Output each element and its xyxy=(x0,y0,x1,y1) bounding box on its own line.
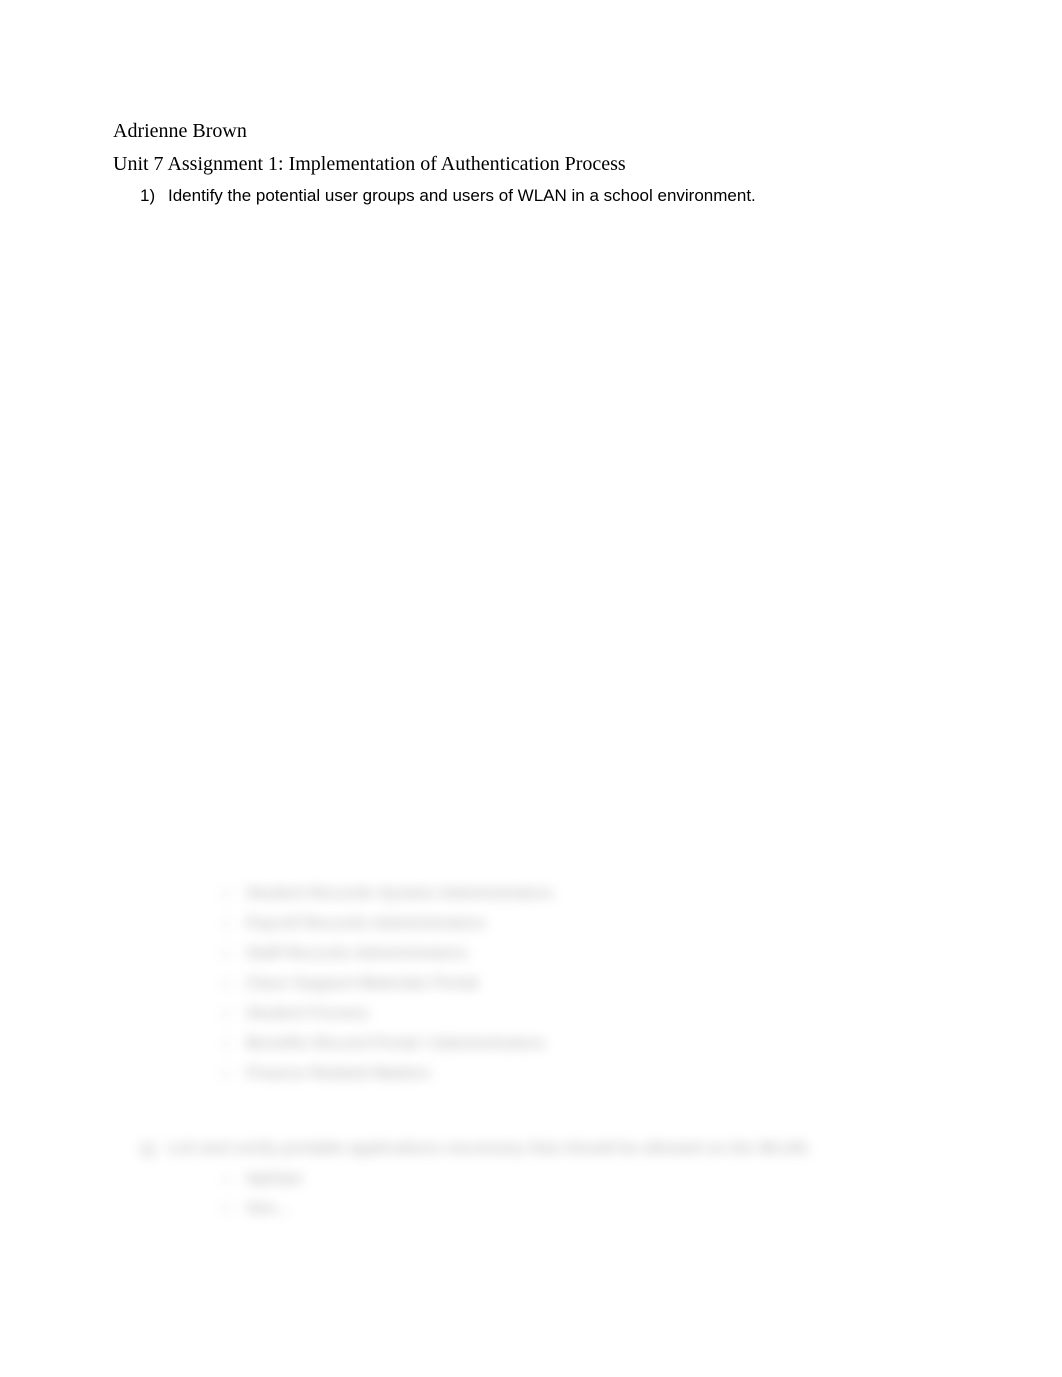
blurred-content-2: 2) List and verify portable applications… xyxy=(140,1140,840,1230)
blurred-text: Finance Related Matters xyxy=(246,1065,430,1083)
list-item: Payroll Records Administrators xyxy=(222,915,740,933)
document-title: Unit 7 Assignment 1: Implementation of A… xyxy=(113,153,949,176)
question-2: 2) List and verify portable applications… xyxy=(140,1140,840,1160)
bullet-icon xyxy=(222,1040,230,1048)
bullet-icon xyxy=(222,980,230,988)
question-number: 1) xyxy=(140,186,168,206)
document-page: Adrienne Brown Unit 7 Assignment 1: Impl… xyxy=(0,0,1062,274)
blurred-text: laptops xyxy=(246,1170,303,1188)
blurred-text: See… xyxy=(246,1200,290,1218)
list-item: Benefits Record Portal / Administrators xyxy=(222,1035,740,1053)
bullet-icon xyxy=(222,1010,230,1018)
blurred-text: Class Support Materials Portal xyxy=(246,975,478,993)
blurred-text: Benefits Record Portal / Administrators xyxy=(246,1035,545,1053)
blurred-content-1: Student Records System Administrators Pa… xyxy=(140,885,740,1095)
list-item: Staff Records Administrators xyxy=(222,945,740,963)
list-item: laptops xyxy=(222,1170,840,1188)
bullet-icon xyxy=(222,920,230,928)
question-text: List and verify portable applications ne… xyxy=(168,1140,811,1160)
blurred-text: Payroll Records Administrators xyxy=(246,915,485,933)
list-item: Class Support Materials Portal xyxy=(222,975,740,993)
bullet-icon xyxy=(222,950,230,958)
blurred-text: Student Forums xyxy=(246,1005,369,1023)
blurred-text: Student Records System Administrators xyxy=(246,885,553,903)
list-item: See… xyxy=(222,1200,840,1218)
author-name: Adrienne Brown xyxy=(113,120,949,143)
list-item: Student Records System Administrators xyxy=(222,885,740,903)
question-1: 1) Identify the potential user groups an… xyxy=(140,186,949,206)
list-item: Finance Related Matters xyxy=(222,1065,740,1083)
list-item: Student Forums xyxy=(222,1005,740,1023)
blurred-text: Staff Records Administrators xyxy=(246,945,468,963)
bullet-icon xyxy=(222,1205,230,1213)
bullet-icon xyxy=(222,1070,230,1078)
bullet-icon xyxy=(222,1175,230,1183)
question-text: Identify the potential user groups and u… xyxy=(168,186,756,206)
question-number: 2) xyxy=(140,1140,168,1160)
bullet-icon xyxy=(222,890,230,898)
